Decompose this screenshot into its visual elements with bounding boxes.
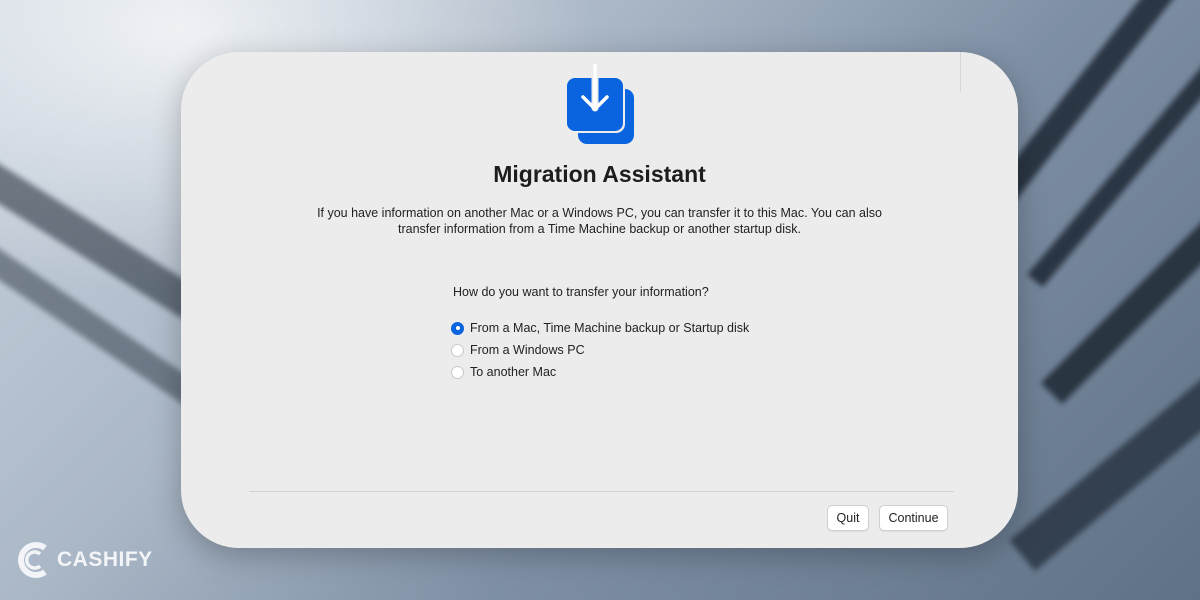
transfer-question: How do you want to transfer your informa… — [453, 285, 709, 299]
option-from-windows-pc[interactable]: From a Windows PC — [451, 339, 749, 361]
migration-assistant-icon — [565, 64, 634, 144]
option-label: From a Mac, Time Machine backup or Start… — [470, 321, 750, 335]
cashify-watermark: CASHIFY — [18, 540, 153, 580]
cashify-logo-icon — [18, 542, 47, 578]
radio-from-mac[interactable] — [451, 321, 464, 335]
quit-button[interactable]: Quit — [827, 505, 869, 531]
description-text: If you have information on another Mac o… — [317, 206, 882, 236]
watermark-text: CASHIFY — [57, 548, 153, 571]
option-label: From a Windows PC — [470, 343, 585, 357]
transfer-options: From a Mac, Time Machine backup or Start… — [451, 317, 749, 383]
option-to-another-mac[interactable]: To another Mac — [451, 361, 749, 383]
radio-to-another-mac[interactable] — [451, 365, 464, 379]
radio-from-windows-pc[interactable] — [451, 343, 464, 357]
window-edge-line — [960, 52, 961, 92]
migration-assistant-window: Migration Assistant If you have informat… — [181, 52, 1018, 548]
background-stripe — [990, 0, 1200, 207]
continue-button[interactable]: Continue — [879, 505, 948, 531]
footer-divider — [249, 491, 954, 492]
option-from-mac[interactable]: From a Mac, Time Machine backup or Start… — [451, 317, 749, 339]
option-label: To another Mac — [470, 365, 557, 379]
page-title: Migration Assistant — [493, 161, 706, 187]
